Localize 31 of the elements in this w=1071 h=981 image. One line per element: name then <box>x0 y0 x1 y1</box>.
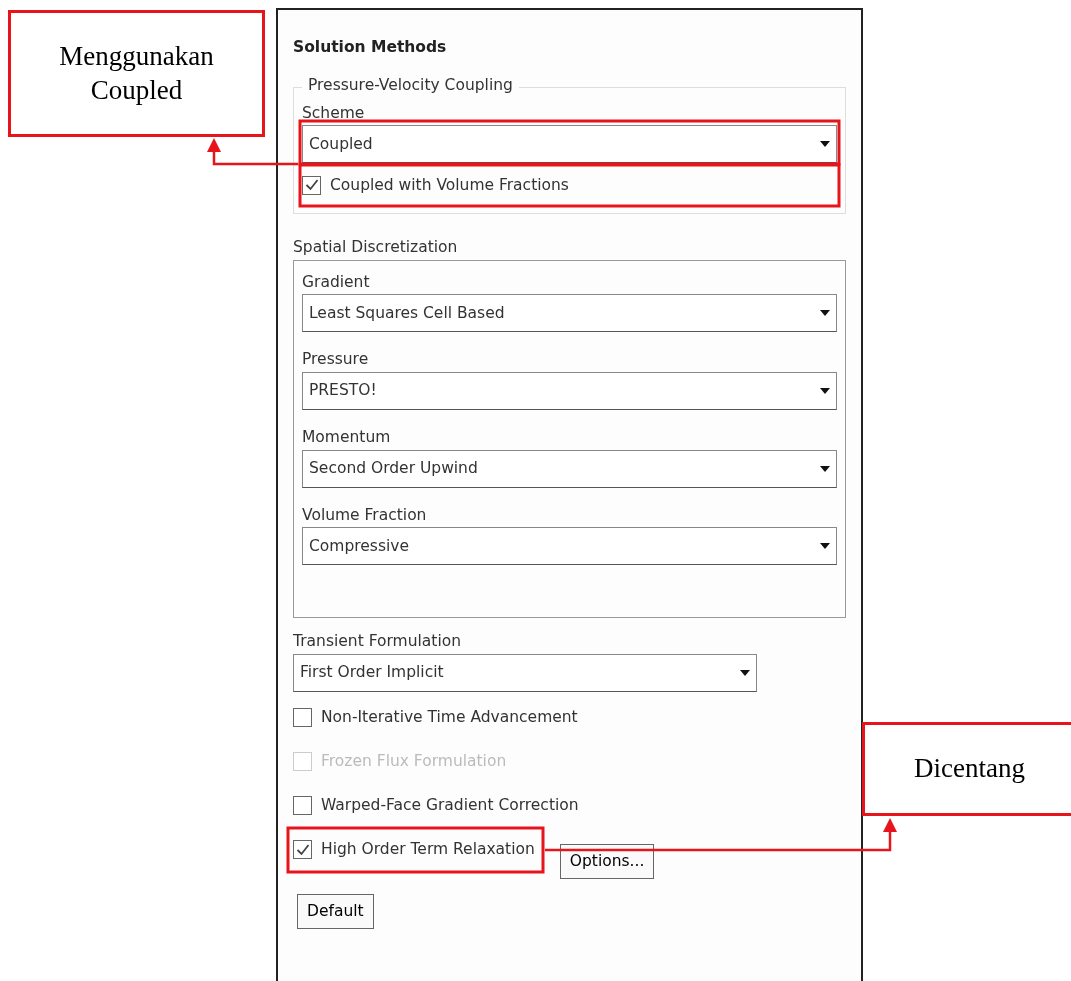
checkbox[interactable] <box>302 175 321 195</box>
caret-icon <box>818 385 832 396</box>
checkbox-label: Warped-Face Gradient Correction <box>321 795 579 817</box>
checkbox[interactable] <box>293 796 312 816</box>
checkbox-label: Coupled with Volume Fractions <box>330 174 569 196</box>
field-label: Gradient <box>302 272 370 292</box>
field-label: Transient Formulation <box>293 632 461 651</box>
checkbox-label: Non-Iterative Time Advancement <box>321 707 578 729</box>
checkbox[interactable] <box>293 840 312 860</box>
callout-label: Menggunakan Coupled <box>8 10 265 137</box>
dropdown[interactable]: Coupled <box>302 125 837 164</box>
field-label: Momentum <box>302 427 391 447</box>
section-title: Spatial Discretization <box>293 238 458 257</box>
field-label: Pressure <box>302 350 369 369</box>
checkbox[interactable] <box>293 708 312 728</box>
dropdown[interactable]: PRESTO! <box>302 371 837 410</box>
caret-icon <box>818 463 832 474</box>
field-label: Scheme <box>302 103 365 123</box>
default-button[interactable]: Default <box>297 893 374 929</box>
panel-title: Solution Methods <box>293 38 448 57</box>
dropdown[interactable]: First Order Implicit <box>293 653 757 692</box>
dropdown[interactable]: Compressive <box>302 527 837 566</box>
dropdown[interactable]: Least Squares Cell Based <box>302 294 837 333</box>
callout-label: Dicentang <box>862 722 1071 816</box>
checkbox-label: Frozen Flux Formulation <box>321 751 507 773</box>
checkbox-label: High Order Term Relaxation <box>321 839 535 861</box>
group-title: Pressure-Velocity Coupling <box>302 75 519 95</box>
field-label: Volume Fraction <box>302 505 427 525</box>
caret-icon <box>738 667 752 678</box>
options-button[interactable]: Options... <box>559 843 655 879</box>
dropdown[interactable]: Second Order Upwind <box>302 449 837 488</box>
